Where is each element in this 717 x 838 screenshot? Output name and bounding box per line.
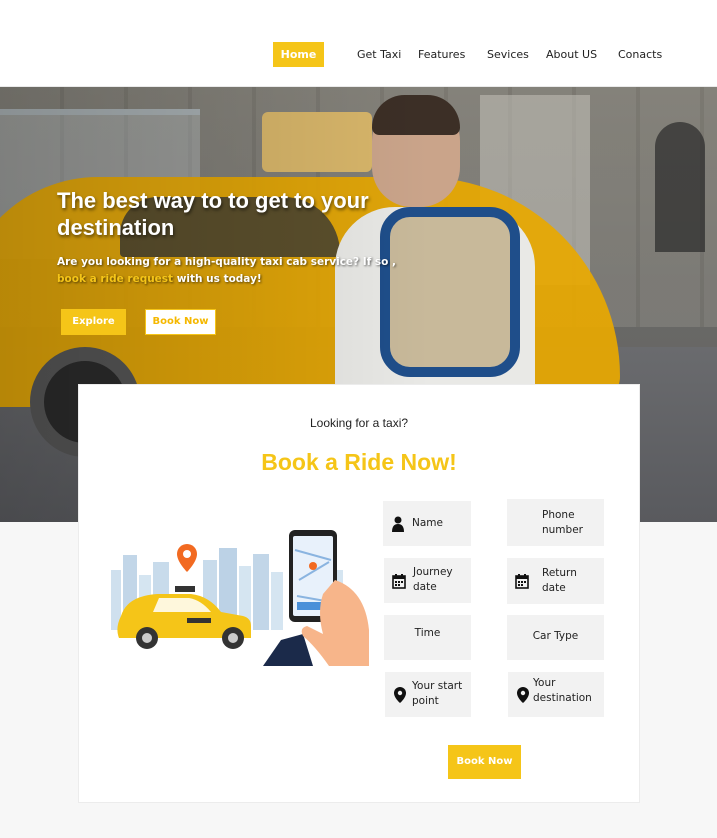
calendar-icon bbox=[515, 574, 529, 589]
map-pin-icon bbox=[517, 686, 529, 703]
nav-services[interactable]: Sevices bbox=[487, 42, 529, 67]
time-label: Time bbox=[414, 627, 441, 639]
journey-date-field[interactable]: Journey date bbox=[384, 558, 471, 603]
nav-features[interactable]: Features bbox=[418, 42, 465, 67]
name-field[interactable]: Name bbox=[383, 501, 471, 546]
journey-date-label: Journey date bbox=[413, 566, 453, 593]
site-header: Home Get Taxi Features Sevices About US … bbox=[0, 0, 717, 87]
nav-about-us[interactable]: About US bbox=[546, 42, 597, 67]
booking-title: Book a Ride Now! bbox=[261, 449, 457, 475]
start-point-label: Your start point bbox=[412, 680, 463, 707]
return-date-label: Return date bbox=[542, 567, 577, 594]
hero-title: The best way to to get to your destinati… bbox=[57, 188, 369, 240]
booking-card: Looking for a taxi? Book a Ride Now! Nam… bbox=[78, 384, 640, 803]
car-type-label: Car Type bbox=[532, 630, 579, 642]
car-type-field[interactable]: Car Type bbox=[507, 615, 604, 660]
hero-subtitle-text: Are you looking for a high-quality taxi … bbox=[57, 256, 397, 268]
destination-field[interactable]: Your destination bbox=[508, 672, 604, 717]
hero-book-now-button[interactable]: Book Now bbox=[145, 309, 216, 335]
person-icon bbox=[392, 516, 404, 532]
explore-button[interactable]: Explore bbox=[61, 309, 126, 335]
time-field[interactable]: Time bbox=[384, 615, 471, 660]
hero-subtitle: Are you looking for a high-quality taxi … bbox=[57, 254, 397, 288]
hero-subtitle-tail: with us today! bbox=[173, 273, 262, 285]
nav-get-taxi[interactable]: Get Taxi bbox=[357, 42, 401, 67]
phone-number-field[interactable]: Phone number bbox=[507, 499, 604, 546]
return-date-field[interactable]: Return date bbox=[507, 558, 604, 604]
destination-label: Your destination bbox=[533, 677, 592, 704]
book-now-submit-button[interactable]: Book Now bbox=[448, 745, 521, 779]
calendar-icon bbox=[392, 573, 406, 589]
map-pin-icon bbox=[394, 686, 406, 703]
phone-number-label: Phone number bbox=[542, 509, 583, 536]
nav-contacts[interactable]: Conacts bbox=[618, 42, 662, 67]
name-label: Name bbox=[412, 517, 443, 529]
start-point-field[interactable]: Your start point bbox=[385, 672, 471, 717]
nav-home[interactable]: Home bbox=[273, 42, 324, 67]
taxi-booking-illustration bbox=[111, 530, 369, 666]
booking-kicker: Looking for a taxi? bbox=[309, 416, 409, 430]
hero-subtitle-link[interactable]: book a ride request bbox=[57, 273, 173, 285]
